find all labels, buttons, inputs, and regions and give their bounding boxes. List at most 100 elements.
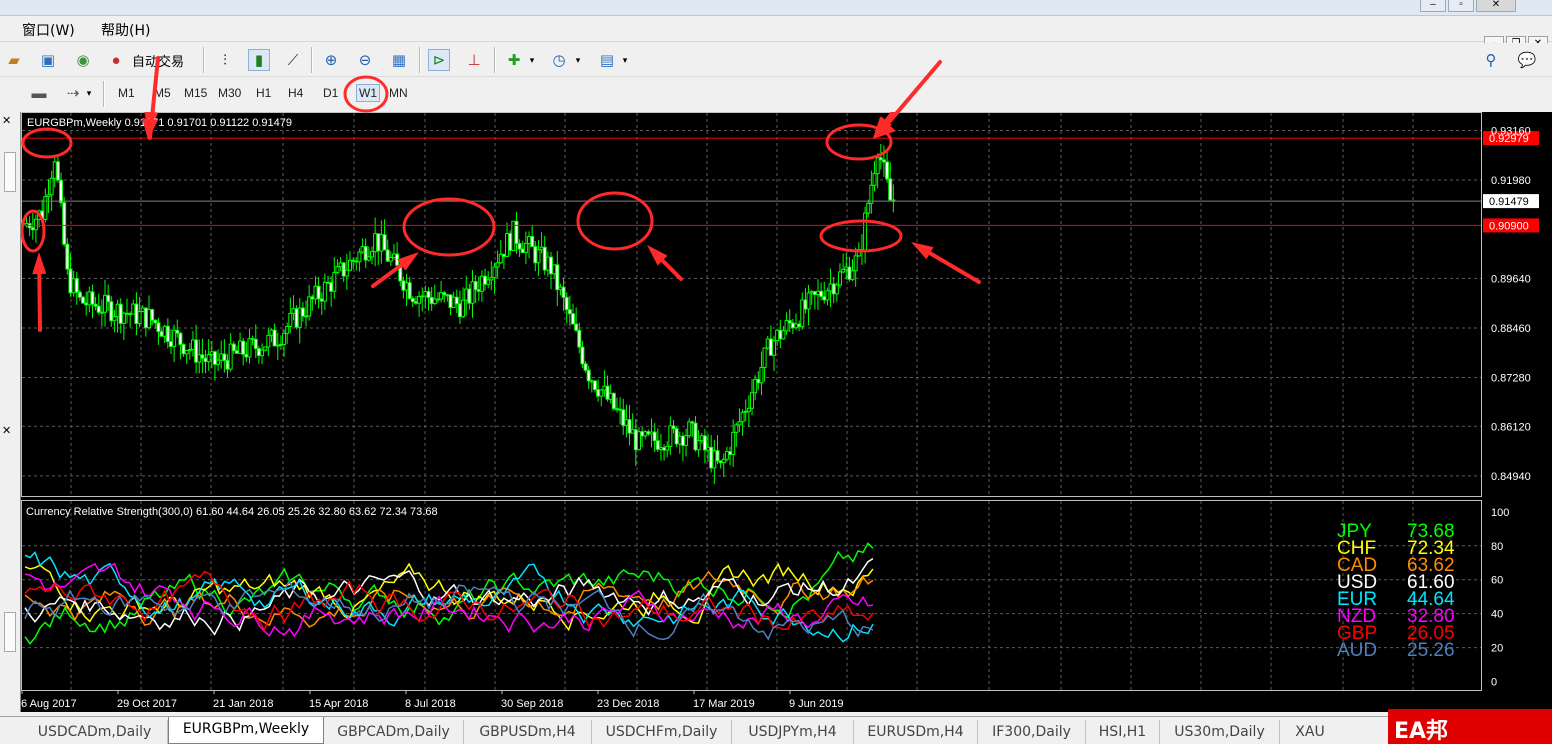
tab-usdchf[interactable]: USDCHFm,Daily	[592, 720, 732, 744]
candle-body	[793, 323, 798, 329]
line-chart-icon[interactable]: ⟋	[282, 49, 304, 71]
candle-body	[326, 281, 331, 284]
app-maximize-button[interactable]: ▫	[1448, 0, 1474, 12]
candle-body	[797, 323, 802, 328]
chevron-down-icon[interactable]: ▾	[84, 82, 94, 104]
tile-windows-icon[interactable]: ▦	[388, 49, 410, 71]
candle-body	[536, 249, 541, 264]
candle-body	[734, 424, 739, 433]
candle-body	[269, 329, 274, 336]
tab-eurusd[interactable]: EURUSDm,H4	[854, 720, 978, 744]
candle-body	[577, 329, 582, 348]
candle-body	[721, 458, 726, 464]
annotation-arrow-head	[32, 252, 47, 275]
timeframe-m15[interactable]: M15	[184, 86, 207, 100]
candle-body	[250, 338, 255, 341]
candle-body	[140, 307, 145, 313]
search-icon[interactable]: ⚲	[1480, 49, 1502, 71]
tab-gbpcad[interactable]: GBPCADm,Daily	[324, 720, 464, 744]
tab-usdjpy[interactable]: USDJPYm,H4	[732, 720, 854, 744]
menu-help[interactable]: 帮助(H)	[101, 20, 150, 40]
candlestick-chart-icon[interactable]: ▮	[248, 49, 270, 71]
candle-body	[241, 340, 246, 355]
candle-body	[103, 294, 108, 313]
candle-body	[687, 421, 692, 437]
candle-body	[435, 298, 440, 301]
candle-body	[809, 291, 814, 294]
price-tick-label: 0.91980	[1491, 175, 1531, 187]
candle-body	[332, 272, 337, 292]
periods-icon[interactable]: ◷	[548, 49, 570, 71]
candle-body	[212, 351, 217, 365]
chat-icon[interactable]: 💬	[1516, 49, 1538, 71]
chevron-down-icon[interactable]: ▾	[620, 49, 630, 71]
candle-body	[426, 290, 431, 298]
auto-trading-button[interactable]: 自动交易	[132, 51, 184, 70]
timeframe-h4[interactable]: H4	[288, 86, 303, 100]
candle-body	[401, 280, 406, 291]
tab-eurgbp[interactable]: EURGBPm,Weekly	[168, 717, 324, 744]
bar-chart-icon[interactable]: ⫶	[214, 49, 236, 71]
tab-us30[interactable]: US30m,Daily	[1160, 720, 1280, 744]
scrollbar[interactable]	[4, 612, 16, 652]
chevron-down-icon[interactable]: ▾	[527, 49, 537, 71]
timeframe-w1[interactable]: W1	[356, 84, 380, 102]
current-price-label: 0.91479	[1489, 196, 1529, 208]
auto-scroll-icon[interactable]: ⊳	[428, 49, 450, 71]
timeframe-mn[interactable]: MN	[389, 86, 408, 100]
templates-icon[interactable]: ▤	[596, 49, 618, 71]
chart-window[interactable]: 0.92979 0.90900 0.91479 0.93160 0.91980 0.89…	[21, 112, 1552, 712]
tab-usdcad[interactable]: USDCADm,Daily	[22, 720, 168, 744]
menu-window[interactable]: 窗口(W)	[22, 20, 75, 40]
horizontal-levels[interactable]: 0.929790.909000.91479	[22, 131, 1539, 233]
candle-body	[580, 346, 585, 365]
timeframe-m30[interactable]: M30	[218, 86, 241, 100]
price-chart[interactable]: 0.929790.909000.91479 0.931600.919800.89…	[21, 112, 1552, 712]
date-tick-label: 17 Mar 2019	[693, 698, 755, 710]
timeframe-d1[interactable]: D1	[323, 86, 338, 100]
candle-body	[354, 260, 359, 263]
app-close-button[interactable]: ✕	[1476, 0, 1516, 12]
tab-gbpusd[interactable]: GBPUSDm,H4	[464, 720, 592, 744]
candle-body	[831, 283, 836, 295]
objects-icon[interactable]: ⇢	[62, 82, 84, 104]
candle-body	[420, 295, 425, 298]
tab-hsi[interactable]: HSI,H1	[1086, 720, 1160, 744]
chart-shift-icon[interactable]: ⊥	[463, 49, 485, 71]
axis-labels: 0.93160 0.91980 0.89640 0.88460 0.87280 0.861…	[21, 125, 1531, 710]
chevron-down-icon[interactable]: ▾	[573, 49, 583, 71]
candle-body	[385, 249, 390, 262]
profiles-icon[interactable]: ▰	[3, 49, 25, 71]
candle-body	[432, 298, 437, 305]
candle-body	[369, 251, 374, 258]
candle-body	[125, 312, 130, 315]
candle-body	[737, 421, 742, 426]
candle-body	[863, 212, 868, 251]
timeframe-h1[interactable]: H1	[256, 86, 271, 100]
zoom-in-icon[interactable]: ⊕	[320, 49, 342, 71]
candle-body	[614, 408, 619, 411]
candle-body	[137, 311, 142, 325]
tab-if300[interactable]: IF300,Daily	[978, 720, 1086, 744]
candle-body	[853, 255, 858, 272]
app-minimize-button[interactable]: –	[1420, 0, 1446, 12]
candle-body	[677, 435, 682, 445]
tab-xau[interactable]: XAU	[1280, 720, 1340, 744]
close-icon[interactable]: ✕	[2, 424, 11, 437]
timeframe-m1[interactable]: M1	[118, 86, 135, 100]
close-icon[interactable]: ✕	[2, 114, 11, 127]
market-watch-icon[interactable]: ▣	[37, 49, 59, 71]
candle-body	[256, 348, 261, 357]
timeframe-m5[interactable]: M5	[154, 86, 171, 100]
scrollbar[interactable]	[4, 152, 16, 192]
candle-body	[448, 294, 453, 309]
navigator-icon[interactable]: ◉	[72, 49, 94, 71]
candle-body	[618, 408, 623, 411]
zoom-out-icon[interactable]: ⊖	[354, 49, 376, 71]
candle-body	[206, 354, 211, 363]
indicators-icon[interactable]: ✚	[503, 49, 525, 71]
candle-body	[881, 159, 886, 163]
annotation-arrow	[37, 271, 42, 332]
crosshair-icon[interactable]: ▬	[28, 82, 50, 104]
auto-trading-icon[interactable]: ●	[105, 49, 127, 71]
